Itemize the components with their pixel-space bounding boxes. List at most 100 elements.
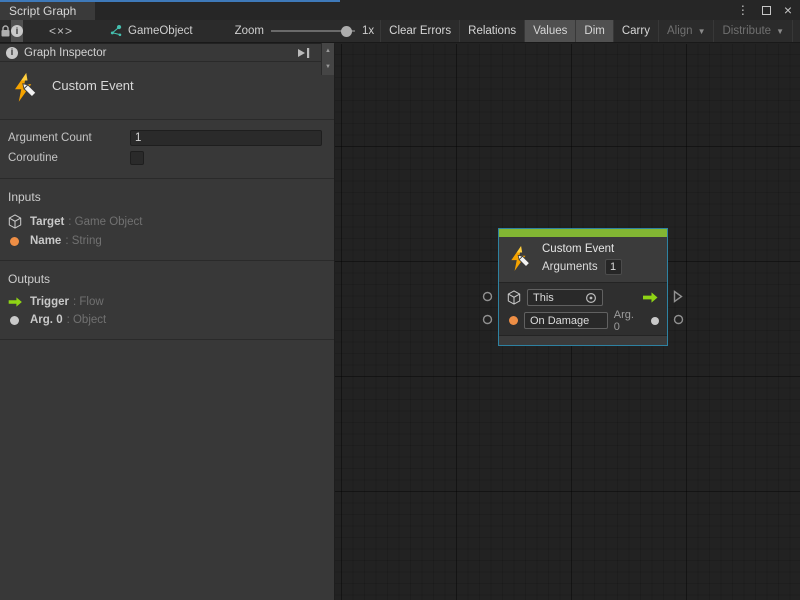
tab-title: Script Graph <box>9 4 76 18</box>
input-port-row-name: Name : String <box>0 232 334 250</box>
tab-script-graph[interactable]: Script Graph <box>0 2 95 20</box>
coroutine-label: Coroutine <box>8 152 130 164</box>
align-dropdown-button[interactable]: Align ▼ <box>658 20 714 42</box>
code-view-button[interactable]: <×> <box>41 20 81 42</box>
main-area: i Graph Inspector ▲ ▼ <box>0 44 800 600</box>
custom-event-icon <box>10 73 40 103</box>
carry-button[interactable]: Carry <box>613 20 658 42</box>
object-picker-icon[interactable] <box>585 292 597 304</box>
input-port-row-target: Target : Game Object <box>0 211 334 232</box>
output-port-row-arg0: Arg. 0 : Object <box>0 311 334 329</box>
distribute-label: Distribute <box>722 25 771 37</box>
relations-button[interactable]: Relations <box>459 20 524 42</box>
node-ports: This On Damage <box>499 283 667 335</box>
window-menu-icon[interactable]: ⋮ <box>737 4 749 16</box>
flow-arrow-icon <box>642 292 659 303</box>
zoom-label: Zoom <box>235 25 264 37</box>
trigger-output-port[interactable] <box>673 290 683 303</box>
event-summary: Custom Event <box>0 62 334 120</box>
target-input-port[interactable] <box>482 291 493 302</box>
inputs-section: Inputs Target : Game Object Name : Strin… <box>0 179 334 261</box>
port-type: : Object <box>67 314 107 326</box>
event-name-value: On Damage <box>530 315 589 327</box>
inputs-header: Inputs <box>0 185 334 211</box>
object-dot-icon <box>10 316 19 325</box>
event-title: Custom Event <box>52 78 134 93</box>
dim-toggle-button[interactable]: Dim <box>575 20 612 42</box>
distribute-dropdown-button[interactable]: Distribute ▼ <box>713 20 792 42</box>
string-dot-icon <box>509 316 518 325</box>
port-name: Trigger <box>30 296 69 308</box>
argument-count-row: Argument Count 1 <box>0 128 334 148</box>
output-port-row-trigger: Trigger : Flow <box>0 293 334 311</box>
tab-bar: Script Graph ⋮ × <box>0 0 800 20</box>
outputs-section: Outputs Trigger : Flow Arg. 0 : Object <box>0 261 334 340</box>
string-dot-icon <box>10 237 19 246</box>
node-arguments-input[interactable]: 1 <box>605 259 622 275</box>
inspector-scrollbar[interactable]: ▲ ▼ <box>321 43 334 75</box>
window-controls: ⋮ × <box>737 1 792 19</box>
values-toggle-button[interactable]: Values <box>524 20 575 42</box>
target-field-value: This <box>533 292 554 304</box>
window-close-icon[interactable]: × <box>784 3 792 17</box>
zoom-slider[interactable] <box>271 30 355 32</box>
clear-errors-button[interactable]: Clear Errors <box>380 20 459 42</box>
event-settings: Argument Count 1 Coroutine <box>0 120 334 179</box>
name-input-port[interactable] <box>482 314 493 325</box>
graph-inspector-panel: i Graph Inspector ▲ ▼ <box>0 44 335 600</box>
info-icon: i <box>11 25 23 37</box>
outputs-header: Outputs <box>0 267 334 293</box>
node-arguments-label: Arguments <box>542 261 598 273</box>
overview-button[interactable]: Overv <box>792 20 800 42</box>
align-label: Align <box>667 25 693 37</box>
window-maximize-icon[interactable] <box>762 6 771 15</box>
inspector-toggle-button[interactable]: i <box>11 20 23 42</box>
node-title: Custom Event <box>542 243 622 255</box>
cube-icon <box>8 214 22 229</box>
event-node-accent-bar <box>499 229 667 237</box>
graph-toolbar: i <×> GameObject Zoom 1x Clear Errors Re… <box>0 20 800 43</box>
argument-count-input[interactable]: 1 <box>130 130 322 146</box>
graph-canvas[interactable]: Custom Event Arguments 1 This <box>335 44 800 600</box>
collapse-panel-icon <box>297 48 310 58</box>
graph-inspector-header: i Graph Inspector <box>0 44 334 62</box>
port-type: : Flow <box>73 296 104 308</box>
node-row-name: On Damage Arg. 0 <box>499 309 667 332</box>
port-name: Name <box>30 235 61 247</box>
graph-owner-label: GameObject <box>128 25 193 37</box>
object-dot-icon <box>651 317 659 325</box>
flow-arrow-icon <box>8 297 23 307</box>
event-name-field[interactable]: On Damage <box>524 312 608 329</box>
arg0-output-port[interactable] <box>673 314 684 325</box>
chevron-down-icon: ▼ <box>776 27 784 36</box>
scroll-up-icon[interactable]: ▲ <box>322 43 334 59</box>
info-icon: i <box>6 47 18 59</box>
graph-owner-button[interactable]: GameObject <box>101 20 201 42</box>
chevron-down-icon: ▼ <box>698 27 706 36</box>
toolbar-button-cluster: Clear Errors Relations Values Dim Carry … <box>380 20 800 42</box>
scroll-down-icon[interactable]: ▼ <box>322 59 334 75</box>
target-object-field[interactable]: This <box>527 289 603 306</box>
code-icon: <×> <box>49 24 73 38</box>
custom-event-node[interactable]: Custom Event Arguments 1 This <box>498 228 668 346</box>
coroutine-checkbox[interactable] <box>130 151 144 165</box>
port-type: : Game Object <box>68 216 142 228</box>
node-footer <box>499 335 667 345</box>
port-name: Arg. 0 <box>30 314 63 326</box>
arg0-output-label: Arg. 0 <box>614 309 643 333</box>
port-type: : String <box>65 235 101 247</box>
coroutine-row: Coroutine <box>0 148 334 168</box>
graph-inspector-title: Graph Inspector <box>24 47 106 59</box>
argument-count-label: Argument Count <box>8 132 130 144</box>
lock-icon <box>0 25 11 38</box>
lock-button[interactable] <box>0 20 11 42</box>
zoom-slider-handle[interactable] <box>341 26 352 37</box>
custom-event-icon <box>507 246 533 272</box>
script-graph-window: Script Graph ⋮ × i <×> <box>0 0 800 600</box>
node-header[interactable]: Custom Event Arguments 1 <box>499 237 667 283</box>
panel-collapse-button[interactable] <box>297 48 310 58</box>
zoom-value: 1x <box>362 25 374 37</box>
cube-icon <box>507 290 521 305</box>
zoom-control: Zoom 1x <box>227 20 381 42</box>
node-row-target: This <box>499 286 667 309</box>
